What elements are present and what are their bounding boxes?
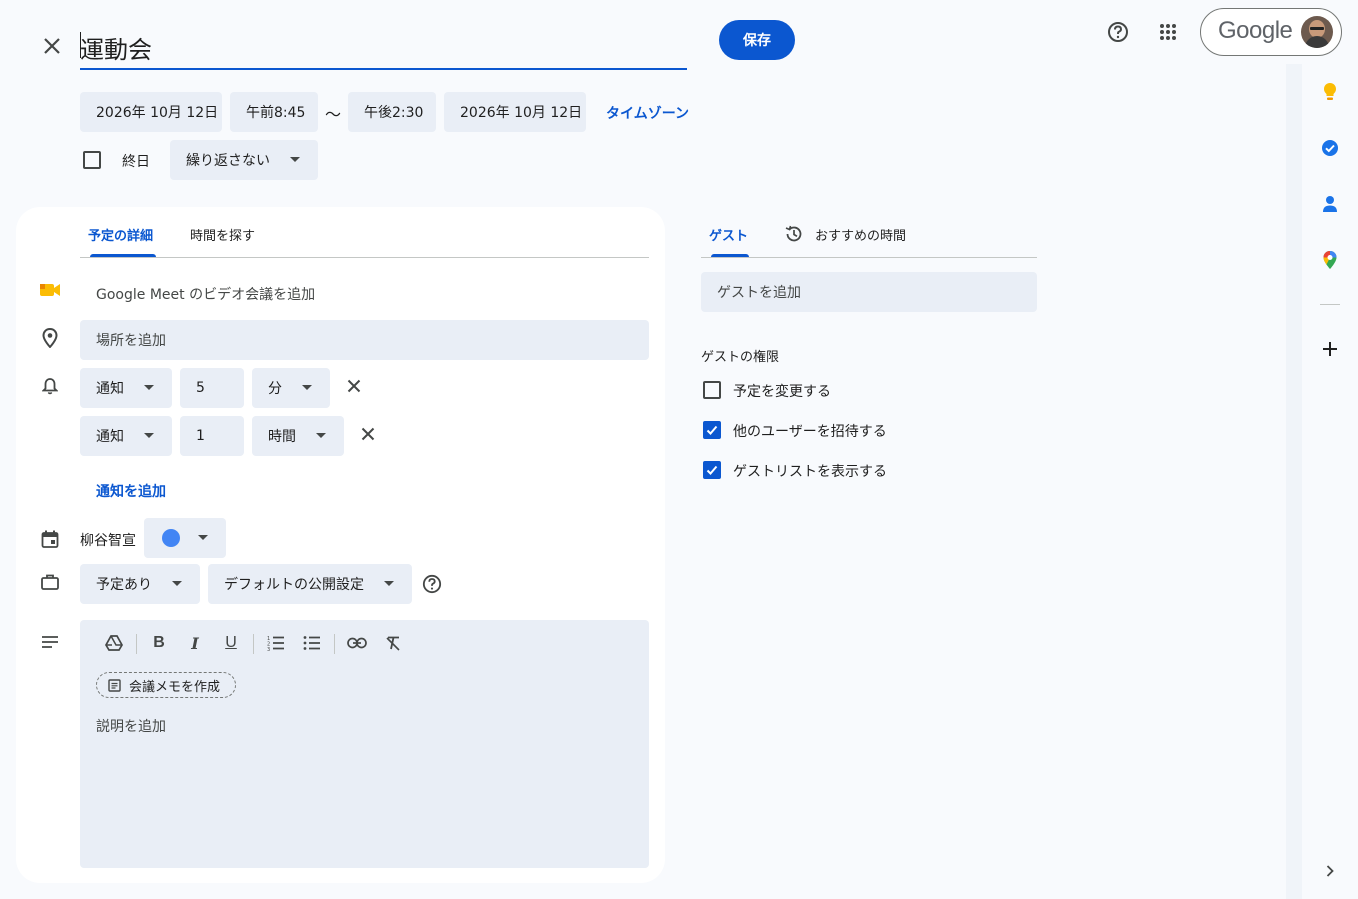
google-logo: Google	[1218, 17, 1293, 44]
contacts-icon[interactable]	[1316, 190, 1344, 218]
bulleted-list-icon[interactable]	[298, 629, 326, 657]
permission-label: 予定を変更する	[733, 384, 831, 400]
bold-icon[interactable]: B	[145, 629, 173, 657]
maps-icon[interactable]	[1316, 246, 1344, 274]
remove-notification-icon[interactable]	[344, 376, 364, 396]
permission-label: 他のユーザーを招待する	[733, 424, 887, 440]
title-input[interactable]: 運動会	[80, 22, 687, 70]
visibility-help-icon[interactable]	[420, 572, 444, 596]
keep-icon[interactable]	[1316, 78, 1344, 106]
link-icon[interactable]	[343, 629, 371, 657]
allday-checkbox[interactable]	[83, 151, 101, 169]
time-separator: 〜	[325, 105, 342, 124]
end-time-chip[interactable]: 午後2:30	[348, 92, 436, 132]
notification-unit-dropdown[interactable]: 分	[252, 368, 330, 408]
history-clock-icon	[783, 223, 805, 245]
chevron-down-icon	[144, 385, 154, 390]
save-button[interactable]: 保存	[719, 20, 795, 60]
start-time-chip[interactable]: 午前8:45	[230, 92, 318, 132]
meet-icon	[38, 280, 62, 300]
notification-type-dropdown[interactable]: 通知	[80, 416, 172, 456]
numbered-list-icon[interactable]: 123	[262, 629, 290, 657]
chevron-down-icon	[302, 385, 312, 390]
start-date-chip[interactable]: 2026年 10月 12日	[80, 92, 222, 132]
tab-suggested-times[interactable]: おすすめの時間	[815, 225, 906, 244]
remove-notification-icon[interactable]	[358, 424, 378, 444]
chevron-down-icon	[144, 433, 154, 438]
permissions-title: ゲストの権限	[701, 350, 780, 365]
notification-type-dropdown[interactable]: 通知	[80, 368, 172, 408]
permission-see-list-checkbox[interactable]	[703, 461, 721, 479]
italic-icon[interactable]: I	[181, 629, 209, 657]
avatar	[1301, 16, 1333, 48]
tasks-icon[interactable]	[1316, 134, 1344, 162]
end-date-chip[interactable]: 2026年 10月 12日	[444, 92, 586, 132]
add-addon-icon[interactable]	[1316, 335, 1344, 363]
availability-dropdown[interactable]: 予定あり	[80, 564, 200, 604]
clear-formatting-icon[interactable]	[379, 629, 407, 657]
help-icon[interactable]	[1102, 16, 1134, 48]
calendar-owner-label: 柳谷智宣	[80, 533, 136, 549]
svg-text:3: 3	[267, 647, 270, 651]
location-pin-icon	[38, 326, 62, 350]
account-button[interactable]: Google	[1200, 8, 1342, 56]
title-text: 運動会	[80, 36, 152, 64]
allday-label: 終日	[122, 154, 150, 170]
repeat-dropdown[interactable]: 繰り返さない	[170, 140, 318, 180]
apps-grid-icon[interactable]	[1152, 16, 1184, 48]
description-icon	[38, 630, 62, 654]
tab-find-time[interactable]: 時間を探す	[190, 225, 255, 244]
chevron-down-icon	[198, 535, 208, 540]
location-input[interactable]: 場所を追加	[80, 320, 649, 360]
meeting-notes-button[interactable]: 会議メモを作成	[96, 672, 236, 698]
drive-icon[interactable]	[100, 629, 128, 657]
chevron-down-icon	[384, 581, 394, 586]
notification-value-input[interactable]: 1	[180, 416, 244, 456]
permission-label: ゲストリストを表示する	[733, 464, 887, 480]
meet-add-button[interactable]: Google Meet のビデオ会議を追加	[96, 284, 315, 304]
notification-unit-dropdown[interactable]: 時間	[252, 416, 344, 456]
underline-icon[interactable]: U	[217, 629, 245, 657]
notification-value-input[interactable]: 5	[180, 368, 244, 408]
calendar-icon	[38, 527, 62, 551]
permission-modify-checkbox[interactable]	[703, 381, 721, 399]
chevron-down-icon	[172, 581, 182, 586]
tab-guests[interactable]: ゲスト	[709, 225, 748, 244]
permission-invite-checkbox[interactable]	[703, 421, 721, 439]
add-guest-input[interactable]: ゲストを追加	[701, 272, 1037, 312]
document-icon	[108, 678, 121, 692]
color-swatch	[162, 529, 180, 547]
description-placeholder: 説明を追加	[96, 719, 166, 735]
close-icon[interactable]	[36, 30, 68, 62]
timezone-link[interactable]: タイムゾーン	[606, 103, 689, 123]
calendar-color-dropdown[interactable]	[144, 518, 226, 558]
expand-panel-icon[interactable]	[1316, 857, 1344, 885]
description-editor[interactable]	[80, 620, 649, 868]
tab-details[interactable]: 予定の詳細	[88, 225, 153, 244]
chevron-down-icon	[316, 433, 326, 438]
briefcase-icon	[38, 570, 62, 594]
add-notification-link[interactable]: 通知を追加	[96, 481, 166, 501]
bell-icon	[38, 374, 62, 398]
visibility-dropdown[interactable]: デフォルトの公開設定	[208, 564, 412, 604]
chevron-down-icon	[290, 157, 300, 162]
